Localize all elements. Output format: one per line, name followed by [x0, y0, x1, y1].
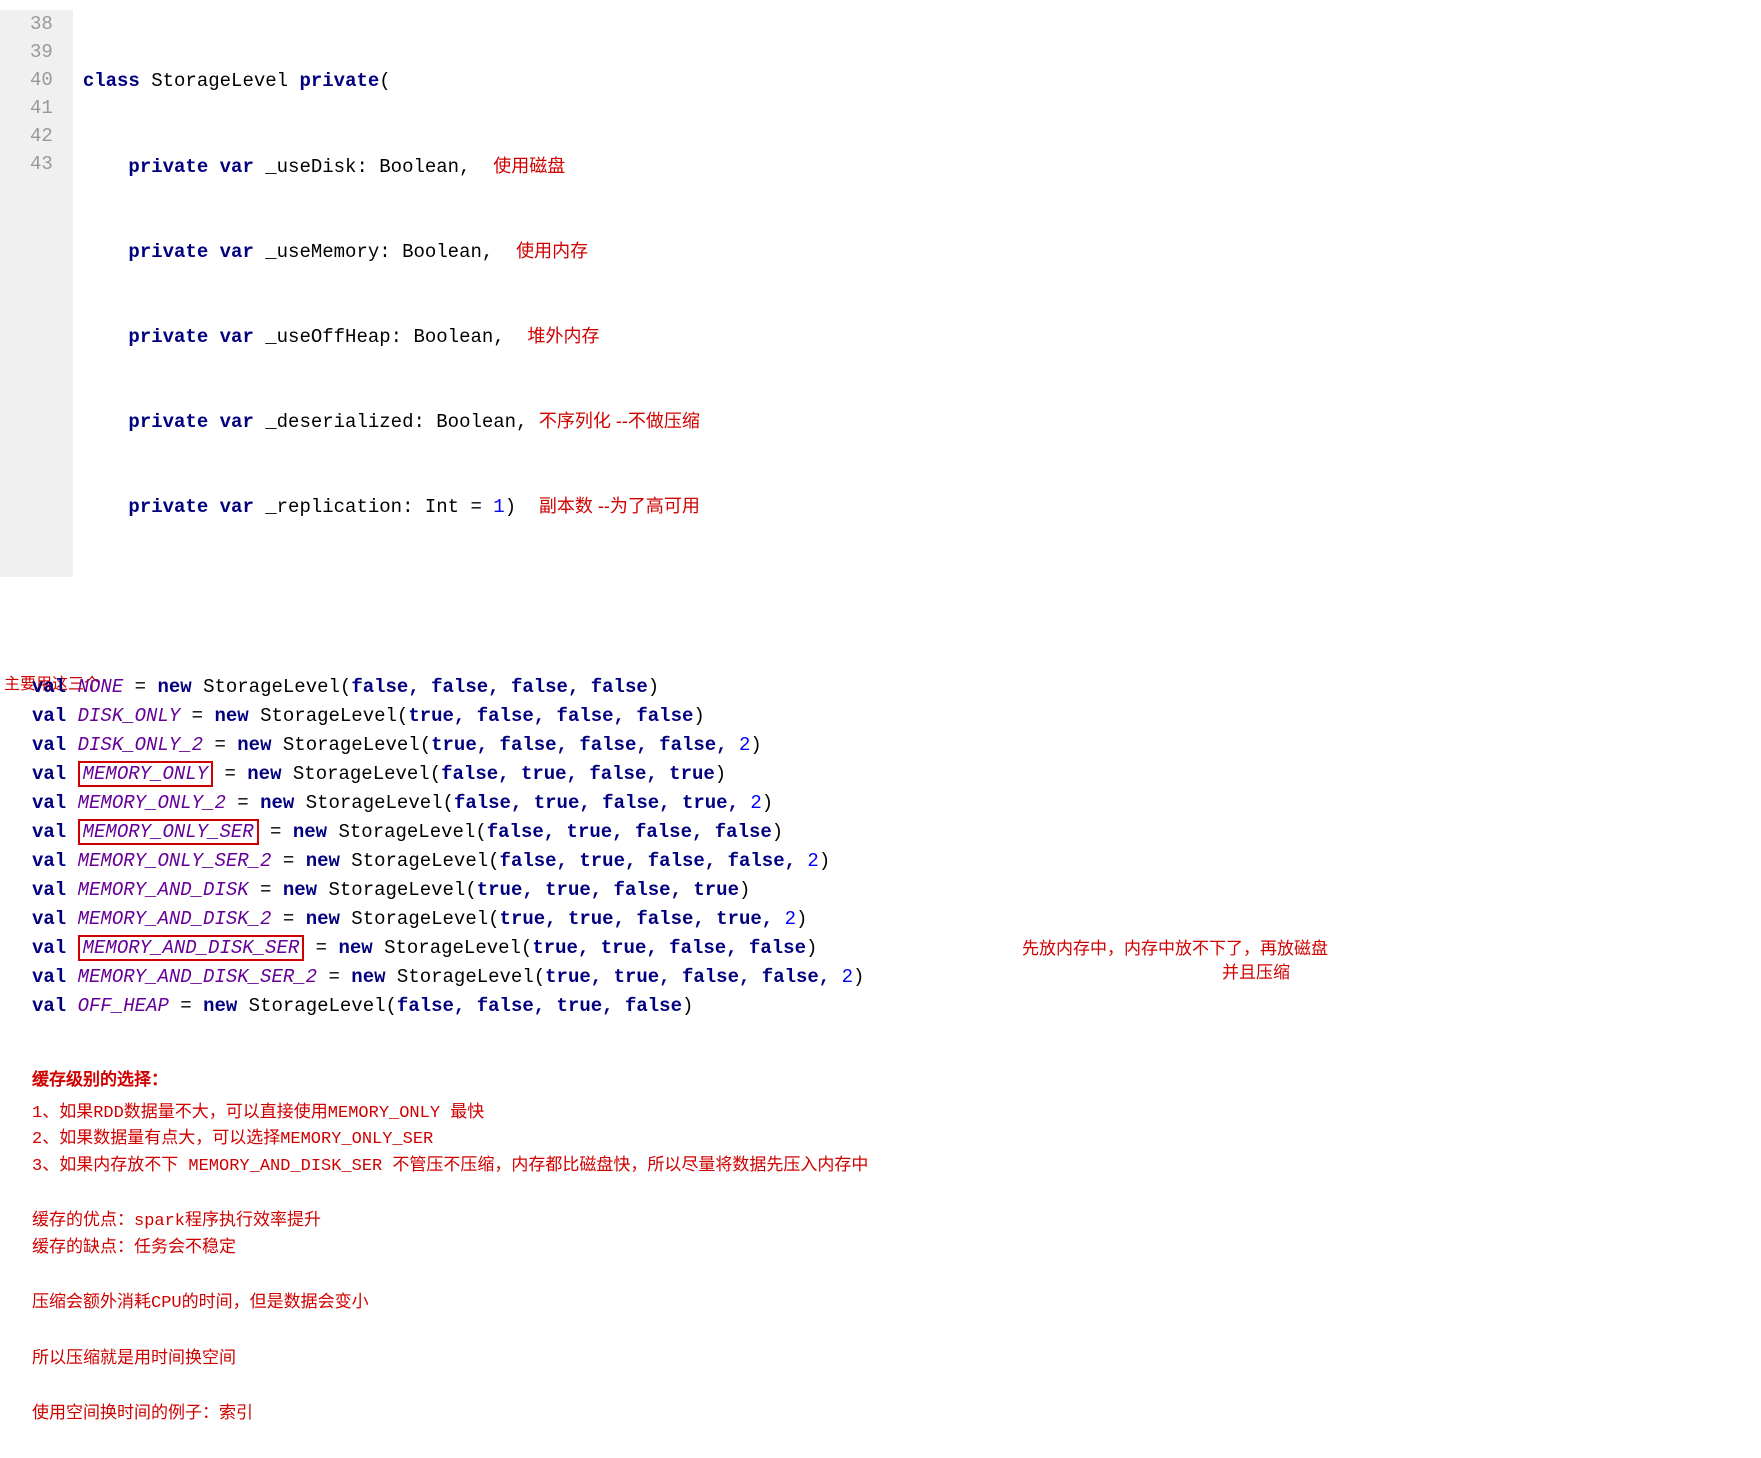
storage-level-row: val DISK_ONLY_2 = new StorageLevel(true,…: [32, 731, 1761, 760]
notes-title: 缓存级别的选择：: [32, 1069, 1761, 1095]
code-line: class StorageLevel private(: [83, 67, 700, 95]
keyword-new: new: [203, 995, 237, 1017]
keyword-val: val: [32, 821, 66, 843]
inline-note: 使用内存: [516, 241, 588, 261]
storage-level-args: false, true, false, false,: [500, 850, 808, 872]
keyword-val: val: [32, 850, 66, 872]
storage-level-args: true, false, false, false,: [431, 734, 739, 756]
storage-level-row: val MEMORY_ONLY_SER = new StorageLevel(f…: [32, 818, 1761, 847]
storage-level-args: false, false, false, false: [351, 676, 647, 698]
storage-level-name: MEMORY_AND_DISK_SER_2: [78, 966, 317, 988]
storage-level-name: DISK_ONLY_2: [78, 734, 203, 756]
storage-level-name: NONE: [78, 676, 124, 698]
keyword-val: val: [32, 966, 66, 988]
replication-number: 2: [807, 850, 818, 872]
storage-level-row: val OFF_HEAP = new StorageLevel(false, f…: [32, 992, 1761, 1021]
keyword-val: val: [32, 937, 66, 959]
keyword-val: val: [32, 763, 66, 785]
code-line: private var _useDisk: Boolean, 使用磁盘: [83, 152, 700, 180]
storage-level-row: val NONE = new StorageLevel(false, false…: [32, 673, 1761, 702]
storage-level-args: true, true, false, true,: [500, 908, 785, 930]
storage-level-row: val MEMORY_ONLY_2 = new StorageLevel(fal…: [32, 789, 1761, 818]
line-number: 42: [30, 122, 53, 150]
storage-level-name: MEMORY_ONLY_SER_2: [78, 850, 272, 872]
replication-number: 2: [750, 792, 761, 814]
storage-level-row: val MEMORY_AND_DISK_2 = new StorageLevel…: [32, 905, 1761, 934]
storage-level-row: val MEMORY_AND_DISK = new StorageLevel(t…: [32, 876, 1761, 905]
replication-number: 2: [785, 908, 796, 930]
storage-level-row: val MEMORY_AND_DISK_SER_2 = new StorageL…: [32, 963, 1761, 992]
inline-note: 使用磁盘: [493, 156, 565, 176]
storage-level-name: MEMORY_AND_DISK_SER: [78, 935, 305, 961]
keyword-new: new: [306, 850, 340, 872]
storage-level-name: MEMORY_AND_DISK_2: [78, 908, 272, 930]
code-line: private var _replication: Int = 1) 副本数 -…: [83, 492, 700, 520]
keyword-new: new: [260, 792, 294, 814]
keyword-new: new: [306, 908, 340, 930]
storage-level-row: val MEMORY_ONLY = new StorageLevel(false…: [32, 760, 1761, 789]
code-line: private var _useMemory: Boolean, 使用内存: [83, 237, 700, 265]
storage-level-name: MEMORY_ONLY: [78, 761, 213, 787]
storage-level-args: false, true, false, true,: [454, 792, 750, 814]
storage-levels-block: 主要用这三个 val NONE = new StorageLevel(false…: [32, 587, 1761, 1049]
replication-number: 2: [739, 734, 750, 756]
keyword-new: new: [338, 937, 372, 959]
storage-level-args: false, false, true, false: [397, 995, 682, 1017]
keyword-new: new: [214, 705, 248, 727]
line-number-gutter: 38 39 40 41 42 43: [0, 10, 73, 577]
storage-level-args: false, true, false, true: [441, 763, 715, 785]
keyword-new: new: [283, 879, 317, 901]
keyword-val: val: [32, 995, 66, 1017]
storage-level-row: val DISK_ONLY = new StorageLevel(true, f…: [32, 702, 1761, 731]
class-definition-block: 38 39 40 41 42 43 class StorageLevel pri…: [0, 10, 1761, 577]
inline-note: 不序列化 --不做压缩: [539, 411, 700, 431]
keyword-new: new: [157, 676, 191, 698]
note-item: 3、如果内存放不下 MEMORY_AND_DISK_SER 不管压不压缩，内存都…: [32, 1154, 1761, 1180]
storage-level-row: val MEMORY_AND_DISK_SER = new StorageLev…: [32, 934, 1761, 963]
line-number: 43: [30, 150, 53, 178]
line-number: 40: [30, 66, 53, 94]
storage-level-args: true, true, false, false,: [545, 966, 841, 988]
keyword-val: val: [32, 792, 66, 814]
code-line: private var _deserialized: Boolean, 不序列化…: [83, 407, 700, 435]
replication-number: 2: [842, 966, 853, 988]
storage-level-args: true, true, false, false: [532, 937, 806, 959]
inline-note: 副本数 --为了高可用: [539, 496, 700, 516]
storage-level-args: true, true, false, true: [477, 879, 739, 901]
line-number: 38: [30, 10, 53, 38]
line-number: 41: [30, 94, 53, 122]
line-number: 39: [30, 38, 53, 66]
storage-level-row: val MEMORY_ONLY_SER_2 = new StorageLevel…: [32, 847, 1761, 876]
keyword-new: new: [247, 763, 281, 785]
notes-section: 缓存级别的选择： 1、如果RDD数据量不大，可以直接使用MEMORY_ONLY …: [32, 1069, 1761, 1428]
keyword-new: new: [351, 966, 385, 988]
note-paragraph: 使用空间换时间的例子：索引: [32, 1402, 1761, 1428]
storage-level-name: MEMORY_ONLY_2: [78, 792, 226, 814]
side-annotation: 主要用这三个: [4, 675, 22, 694]
note-disadvantage: 缓存的缺点：任务会不稳定: [32, 1236, 1761, 1262]
keyword-val: val: [32, 879, 66, 901]
storage-level-name: MEMORY_ONLY_SER: [78, 819, 259, 845]
keyword-new: new: [293, 821, 327, 843]
note-item: 2、如果数据量有点大，可以选择MEMORY_ONLY_SER: [32, 1127, 1761, 1153]
storage-level-name: MEMORY_AND_DISK: [78, 879, 249, 901]
keyword-val: val: [32, 908, 66, 930]
note-paragraph: 所以压缩就是用时间换空间: [32, 1347, 1761, 1373]
code-lines: class StorageLevel private( private var …: [73, 10, 700, 577]
code-line: private var _useOffHeap: Boolean, 堆外内存: [83, 322, 700, 350]
note-advantage: 缓存的优点：spark程序执行效率提升: [32, 1209, 1761, 1235]
storage-level-args: true, false, false, false: [408, 705, 693, 727]
note-item: 1、如果RDD数据量不大，可以直接使用MEMORY_ONLY 最快: [32, 1101, 1761, 1127]
storage-level-name: DISK_ONLY: [78, 705, 181, 727]
note-paragraph: 压缩会额外消耗CPU的时间，但是数据会变小: [32, 1291, 1761, 1317]
keyword-val: val: [32, 705, 66, 727]
keyword-new: new: [237, 734, 271, 756]
storage-level-args: false, true, false, false: [487, 821, 772, 843]
inline-note: 堆外内存: [528, 326, 600, 346]
keyword-val: val: [32, 676, 66, 698]
keyword-val: val: [32, 734, 66, 756]
storage-level-name: OFF_HEAP: [78, 995, 169, 1017]
